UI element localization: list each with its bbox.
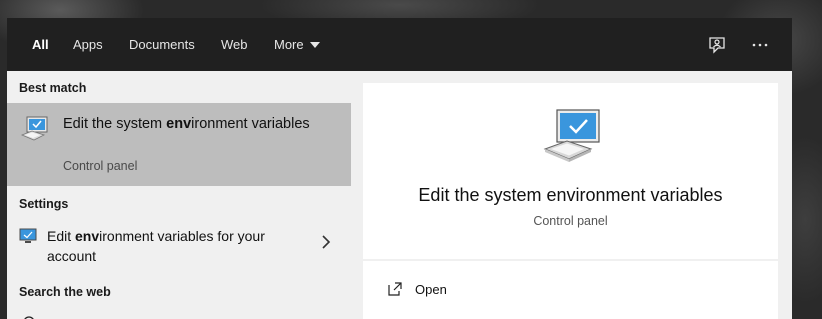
best-match-title-highlight: env: [166, 116, 192, 132]
settings-item-environment-variables[interactable]: Edit environment variables for your acco…: [7, 218, 351, 270]
search-web-heading: Search the web: [19, 285, 111, 299]
feedback-icon[interactable]: [707, 35, 727, 55]
tab-documents[interactable]: Documents: [129, 18, 195, 71]
settings-item-label-highlight: env: [75, 228, 100, 244]
open-action-label: Open: [415, 282, 447, 297]
tab-web-label: Web: [221, 37, 248, 52]
system-properties-icon: [19, 113, 51, 145]
results-list: Best match Edit the system environment v…: [7, 71, 351, 319]
detail-subtitle: Control panel: [533, 214, 608, 228]
caret-down-icon: [309, 41, 320, 48]
settings-item-label-start: Edit: [47, 228, 76, 244]
open-action[interactable]: Open: [383, 279, 583, 301]
tab-documents-label: Documents: [129, 37, 195, 52]
tab-apps[interactable]: Apps: [73, 18, 103, 71]
detail-pane: Edit the system environment variables Co…: [363, 83, 778, 319]
settings-heading: Settings: [19, 197, 69, 211]
best-match-subtitle: Control panel: [63, 159, 138, 173]
system-properties-large-icon: [541, 107, 603, 165]
settings-item-label: Edit environment variables for your acco…: [47, 226, 297, 266]
best-match-title-start: Edit the system: [63, 116, 167, 132]
open-icon: [387, 281, 403, 297]
tab-all-label: All: [32, 37, 49, 52]
tab-more[interactable]: More: [274, 18, 320, 71]
search-icon: [21, 314, 35, 319]
best-match-title: Edit the system environment variables: [63, 114, 323, 134]
best-match-heading: Best match: [19, 81, 87, 95]
chevron-right-icon[interactable]: [321, 235, 331, 249]
best-match-item[interactable]: Edit the system environment variables Co…: [7, 103, 351, 186]
tab-apps-label: Apps: [73, 37, 103, 52]
divider: [363, 259, 778, 261]
monitor-icon: [19, 228, 37, 244]
more-options-icon[interactable]: [750, 35, 770, 55]
search-panel: All Apps Documents Web More Best match E…: [7, 18, 792, 319]
tab-more-label: More: [274, 37, 304, 52]
best-match-title-end: ironment variables: [191, 116, 310, 132]
detail-title: Edit the system environment variables: [418, 185, 723, 205]
tab-web[interactable]: Web: [221, 18, 248, 71]
search-tab-bar: All Apps Documents Web More: [7, 18, 792, 71]
tab-all[interactable]: All: [32, 18, 49, 71]
